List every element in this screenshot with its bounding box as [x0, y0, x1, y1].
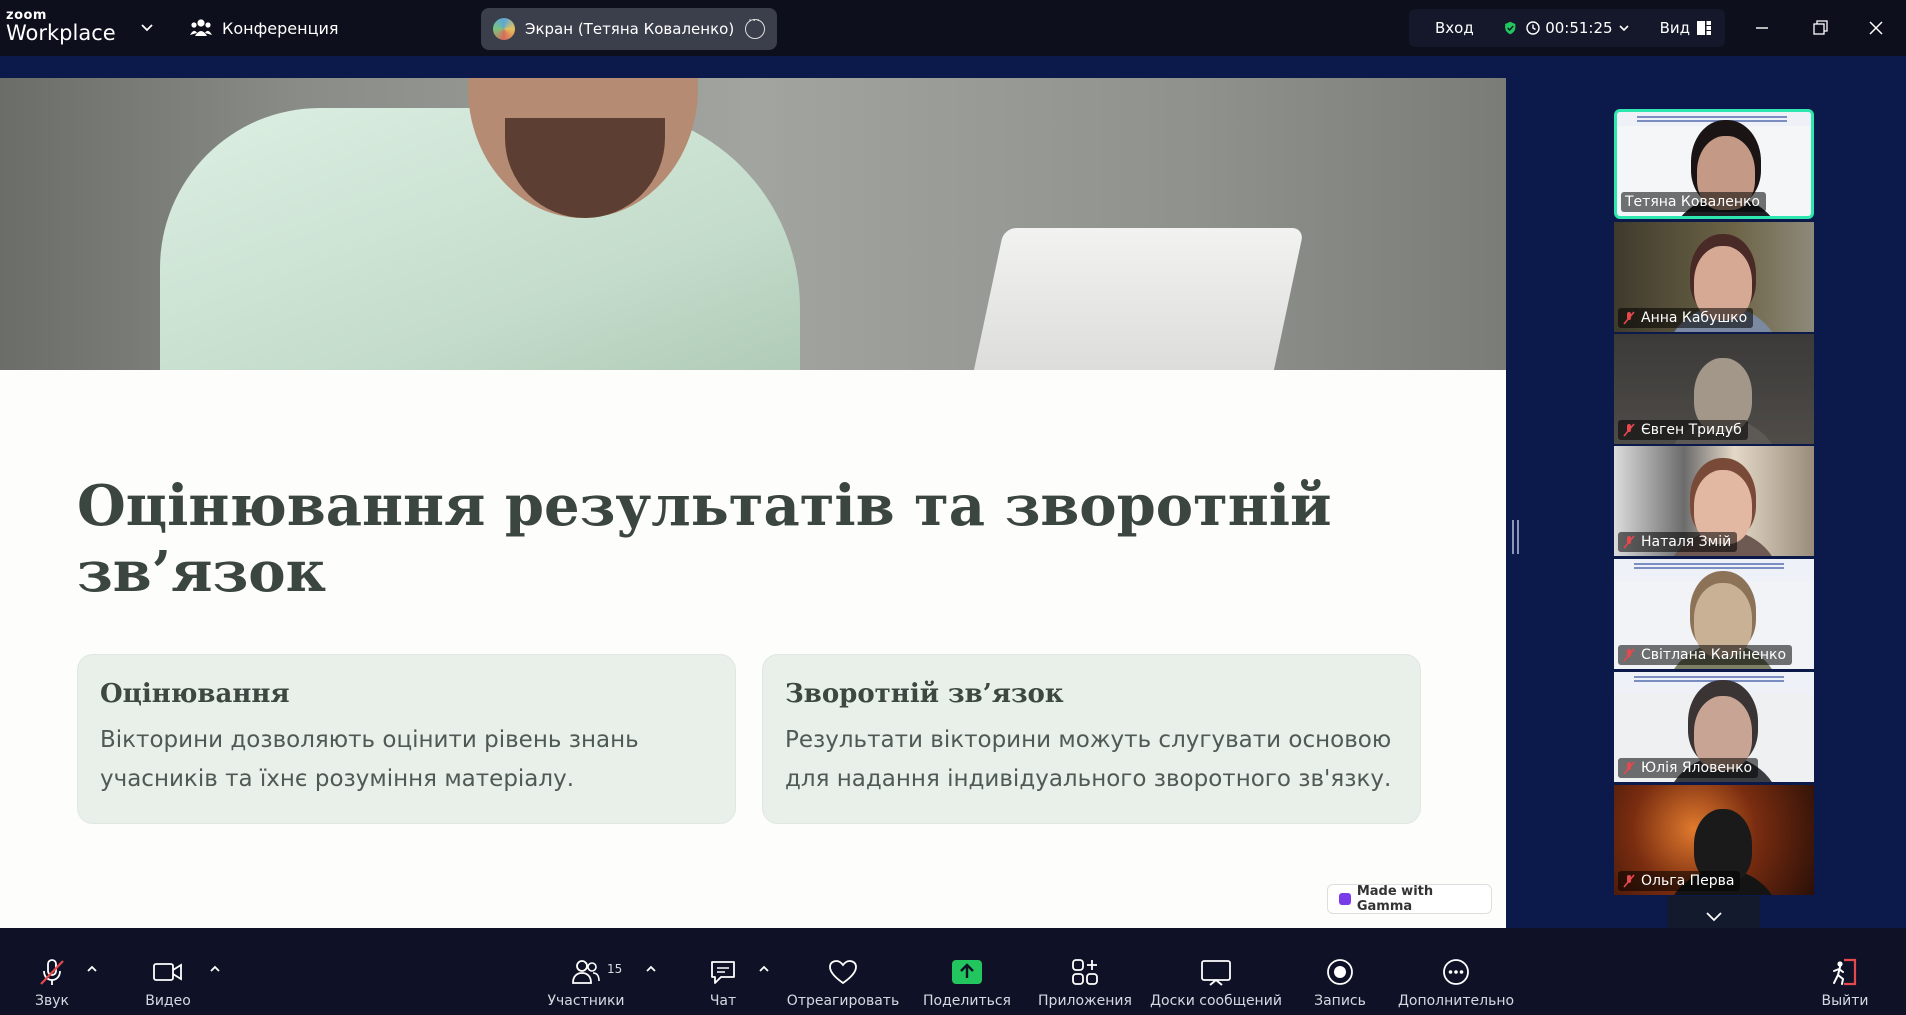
more-options-icon [1443, 959, 1469, 985]
mic-off-icon [1623, 648, 1635, 662]
apps-button[interactable]: Приложения [1038, 928, 1132, 1015]
gamma-icon [1339, 893, 1351, 905]
record-icon [1327, 959, 1353, 985]
avatar [493, 18, 515, 40]
conference-label: Конференция [222, 18, 339, 38]
clock-icon [1526, 21, 1540, 35]
chevron-up-icon[interactable] [86, 964, 98, 974]
slide-title: Оцінювання результатів та зворотній зв’я… [77, 473, 1332, 605]
participant-name: Євген Тридуб [1618, 420, 1748, 440]
meeting-status-group: Вход 00:51:25 Вид [1409, 9, 1725, 47]
mic-off-icon [1623, 874, 1635, 888]
audio-button[interactable]: Звук [30, 928, 74, 1015]
chat-icon [711, 961, 735, 984]
chevron-up-icon[interactable] [758, 964, 770, 974]
zoom-logo: zoom Workplace [6, 8, 116, 45]
sign-in-button[interactable]: Вход [1435, 19, 1474, 37]
resize-handle[interactable] [1512, 520, 1519, 554]
conference-info-button[interactable]: Конференция [190, 18, 339, 38]
participant-tile[interactable]: Юлія Яловенко [1614, 672, 1814, 782]
apps-icon [1072, 959, 1098, 985]
mic-off-icon [1623, 761, 1635, 775]
grid-layout-icon [1697, 21, 1711, 35]
participant-tile[interactable]: Ольга Перва [1614, 785, 1814, 895]
participant-name: Наталя Змій [1618, 532, 1738, 552]
participant-name: Ольга Перва [1618, 871, 1741, 891]
shared-screen: Оцінювання результатів та зворотній зв’я… [0, 78, 1506, 928]
restore-icon[interactable] [1806, 14, 1834, 42]
slide-photo [0, 78, 1506, 370]
chevron-down-icon [1706, 912, 1722, 922]
participant-tile[interactable]: Євген Тридуб [1614, 334, 1814, 444]
screen-share-indicator[interactable]: Экран (Тетяна Коваленко) [481, 8, 777, 50]
people-group-icon [190, 19, 212, 36]
minimize-icon[interactable] [1748, 14, 1776, 42]
participant-name: Анна Кабушко [1618, 308, 1754, 328]
share-screen-button[interactable]: Поделиться [923, 928, 1011, 1015]
whiteboards-button[interactable]: Доски сообщений [1150, 928, 1282, 1015]
record-button[interactable]: Запись [1313, 928, 1367, 1015]
meeting-timer[interactable]: 00:51:25 [1526, 19, 1629, 37]
chevron-down-icon[interactable] [138, 18, 156, 36]
meeting-toolbar: Звук Видео Участники 15 Чат Отреагироват… [0, 928, 1906, 1015]
card-assessment: Оцінювання Вікторини дозволяють оцінити … [77, 654, 736, 824]
video-button[interactable]: Видео [143, 928, 193, 1015]
mic-off-icon [1623, 423, 1635, 437]
card-heading: Оцінювання [100, 679, 290, 709]
participant-tile[interactable]: Тетяна Коваленко [1614, 109, 1814, 219]
heart-icon [829, 960, 857, 985]
mic-muted-icon [40, 959, 64, 985]
participant-name: Юлія Яловенко [1618, 758, 1759, 778]
react-button[interactable]: Отреагировать [787, 928, 899, 1015]
mic-off-icon [1623, 311, 1635, 325]
close-icon[interactable] [1862, 14, 1890, 42]
participant-tile[interactable]: Світлана Каліненко [1614, 559, 1814, 669]
participants-count: 15 [607, 962, 623, 976]
chevron-up-icon[interactable] [645, 964, 657, 974]
screen-share-label: Экран (Тетяна Коваленко) [525, 20, 735, 38]
made-with-gamma-badge[interactable]: Made with Gamma [1327, 884, 1492, 914]
shield-check-icon[interactable] [1504, 16, 1516, 40]
leave-button[interactable]: Выйти [1822, 928, 1869, 1015]
participants-icon [572, 960, 600, 984]
card-text: Вікторини дозволяють оцінити рівень знан… [100, 727, 639, 792]
card-feedback: Зворотній зв’язок Результати вікторини м… [762, 654, 1421, 824]
participant-name: Тетяна Коваленко [1621, 192, 1766, 212]
chevron-down-icon [1619, 25, 1629, 32]
participant-tile[interactable]: Наталя Змій [1614, 446, 1814, 556]
participant-tile[interactable]: Анна Кабушко [1614, 222, 1814, 332]
share-screen-icon [952, 960, 982, 984]
video-camera-icon [153, 963, 182, 981]
leave-icon [1833, 958, 1857, 986]
card-heading: Зворотній зв’язок [785, 679, 1064, 709]
view-button[interactable]: Вид [1660, 19, 1711, 37]
card-text: Результати вікторини можуть слугувати ос… [785, 727, 1392, 792]
mic-off-icon [1623, 535, 1635, 549]
whiteboard-icon [1201, 960, 1231, 986]
top-bar: zoom Workplace Конференция Экран (Тетяна… [0, 0, 1906, 56]
more-options-icon[interactable] [745, 14, 765, 39]
participant-name: Світлана Каліненко [1618, 645, 1793, 665]
chat-button[interactable]: Чат [706, 928, 740, 1015]
chevron-up-icon[interactable] [209, 964, 221, 974]
more-button[interactable]: Дополнительно [1398, 928, 1514, 1015]
